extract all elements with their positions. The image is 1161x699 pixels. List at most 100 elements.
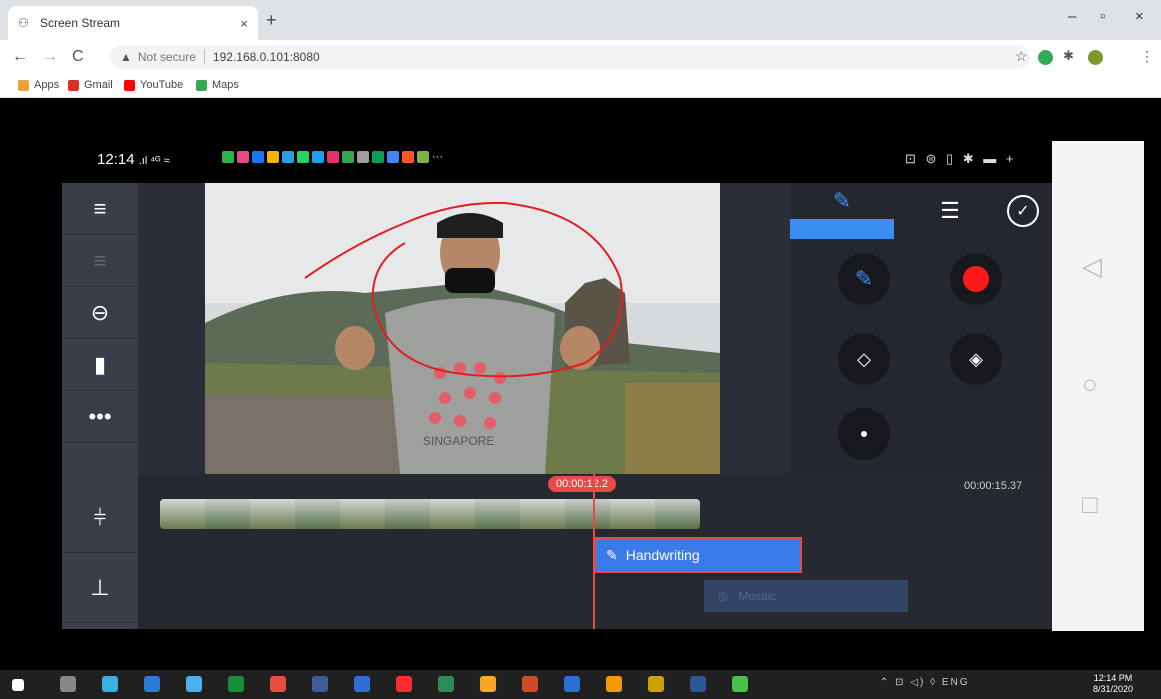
pen-tool-button[interactable]: ✎ [838,253,890,305]
notification-icon [222,151,234,163]
red-color-swatch [963,266,989,292]
handwriting-label: Handwriting [625,547,700,563]
handwriting-panel: ✎ ☰ ✓ ✎ ◇ ◈ [790,183,1052,474]
browser-tab[interactable]: ⚇ Screen Stream × [8,6,258,40]
svg-text:SINGAPORE: SINGAPORE [423,434,494,448]
clip-thumbnail [565,499,610,529]
mosaic-layer-clip[interactable]: ◎ Mosaic [704,580,908,612]
more-icon[interactable]: ••• [62,391,138,443]
app-icon[interactable] [732,676,748,692]
address-bar-row: ← → C ▲ Not secure 192.168.0.101:8080 ☆ … [0,40,1161,74]
clip-thumbnail [385,499,430,529]
split-icon[interactable]: ⫩ [62,483,138,553]
chrome-icon[interactable] [270,676,286,692]
clip-thumbnail [205,499,250,529]
tab-pen[interactable]: ✎ [790,183,894,239]
video-clip-strip[interactable] [160,499,700,529]
menu-icon[interactable]: ⋮ [1140,48,1154,65]
new-tab-button[interactable]: + [266,10,277,31]
screen-stream-icon: ⚇ [18,16,29,30]
recents-nav-icon[interactable]: □ [1082,489,1098,520]
eraser-icon: ◇ [857,348,871,369]
playhead[interactable] [593,474,595,629]
system-tray: ⌃ ⊡ ◁) ◊ ENG [880,677,970,688]
app-icon[interactable] [438,676,454,692]
notification-icons: ··· [222,151,443,163]
home-nav-icon[interactable]: ○ [1082,369,1098,400]
app-icon[interactable] [186,676,202,692]
notification-icon [237,151,249,163]
notification-icon [297,151,309,163]
windows-start-icon[interactable] [12,679,24,691]
forward-icon[interactable]: → [42,48,58,66]
layers-alt-icon[interactable]: ≡ [62,235,138,287]
handwriting-layer-clip[interactable]: ✎ Handwriting [594,537,802,573]
pencil-icon: ✎ [854,266,874,291]
brush-size-button[interactable] [838,408,890,460]
tab-close-button[interactable]: × [240,16,248,31]
opera-icon[interactable] [396,676,412,692]
pen-icon: ✎ [606,546,618,563]
tab-list[interactable]: ☰ [920,183,980,239]
extension-icon[interactable] [1038,50,1053,65]
back-nav-icon[interactable]: ◁ [1082,251,1102,282]
notification-icon [267,151,279,163]
app-icon[interactable] [606,676,622,692]
clip-thumbnail [475,499,520,529]
app-icon[interactable] [480,676,496,692]
screen-stream-view: 12:14 .ıl ⁴ᴳ ≈ ··· ⊡ ⊜ ▯ ✱ ▬ + ◁ ○ □ ≡ ≡… [0,99,1161,647]
back-icon[interactable]: ← [12,48,28,66]
word-icon[interactable] [690,676,706,692]
more-notifications-icon: ··· [432,151,443,163]
keyframe-icon[interactable]: ⊖ [62,287,138,339]
clip-thumbnail [340,499,385,529]
bookmark-apps[interactable]: Apps [18,79,59,91]
tab-title: Screen Stream [40,16,121,30]
app-icon[interactable] [648,676,664,692]
eraser-button[interactable]: ◇ [838,333,890,385]
bookmark-youtube[interactable]: YouTube [124,79,183,91]
outlook-icon[interactable] [354,676,370,692]
notification-icon [282,151,294,163]
mosaic-icon: ◎ [718,589,729,603]
area-eraser-button[interactable]: ◈ [950,333,1002,385]
video-preview[interactable]: SINGAPORE [205,183,720,474]
layers-icon[interactable]: ≡ [62,183,138,235]
powerpoint-icon[interactable] [522,676,538,692]
reload-icon[interactable]: C [72,48,84,66]
mail-icon[interactable] [144,676,160,692]
area-eraser-icon: ◈ [969,348,983,369]
pin-icon[interactable]: ⊥ [62,553,138,623]
bookmark-gmail[interactable]: Gmail [68,79,113,91]
close-window-button[interactable]: × [1135,8,1144,25]
check-circle-icon: ✓ [1007,195,1039,227]
bookmark-maps[interactable]: Maps [196,79,239,91]
profile-avatar[interactable] [1088,50,1103,65]
taskbar-clock[interactable]: 12:14 PM 8/31/2020 [1093,673,1133,695]
app-icon[interactable] [312,676,328,692]
star-icon[interactable]: ☆ [1015,48,1028,65]
notification-icon [402,151,414,163]
timeline[interactable]: 00:00:12.2 00:00:15.37 ✎ Handwriting ◎ M… [138,474,1052,629]
minimize-button[interactable]: – [1068,8,1076,25]
excel-icon[interactable] [228,676,244,692]
delete-icon[interactable]: ▮ [62,339,138,391]
puzzle-icon[interactable]: ✱ [1063,48,1074,64]
maximize-button[interactable]: ▫ [1100,8,1105,25]
bookmarks-bar: Apps Gmail YouTube Maps [0,74,1161,98]
address-input[interactable]: ▲ Not secure 192.168.0.101:8080 [110,45,1030,69]
browser-tab-bar: ⚇ Screen Stream × + – ▫ × [0,0,1161,40]
confirm-button[interactable]: ✓ [995,183,1051,239]
video-frame-image: SINGAPORE [205,183,720,474]
app-icon[interactable] [564,676,580,692]
color-picker-button[interactable] [950,253,1002,305]
pen-icon: ✎ [832,188,852,213]
android-nav-bar: ◁ ○ □ [1052,141,1144,631]
search-icon[interactable] [60,676,76,692]
app-icon[interactable] [102,676,118,692]
current-timecode: 00:00:12.2 [548,476,616,492]
clip-thumbnail [610,499,655,529]
notification-icon [327,151,339,163]
windows-taskbar: ⌃ ⊡ ◁) ◊ ENG 12:14 PM 8/31/2020 [0,670,1161,699]
not-secure-label: Not secure [138,50,205,64]
